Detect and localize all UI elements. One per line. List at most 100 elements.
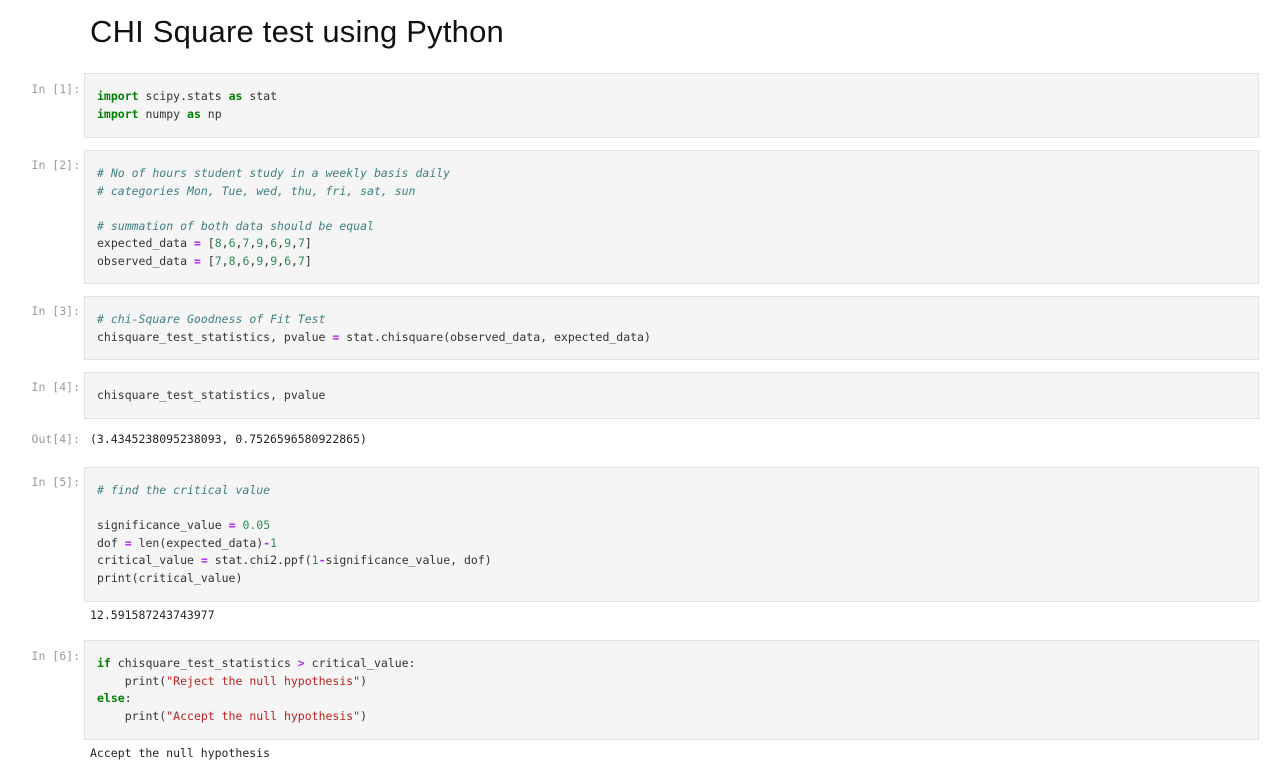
code-line: if chisquare_test_statistics > critical_… (97, 655, 416, 673)
code-token: stat.chi2.ppf( (207, 553, 312, 568)
code-cell-3-source[interactable]: # chi-Square Goodness of Fit Test chisqua… (97, 311, 651, 346)
code-line: import numpy as np (97, 106, 277, 124)
cell-2-prompt: In [2]: (31, 158, 80, 172)
code-line: critical_value = stat.chi2.ppf(1-signifi… (97, 552, 492, 570)
code-token: 7 (297, 253, 305, 268)
code-token: = (193, 253, 201, 268)
code-cell-1-source[interactable]: import scipy.stats as stat import numpy a… (97, 88, 277, 123)
cell-1-prompt: In [1]: (31, 82, 80, 96)
code-token: numpy (138, 106, 188, 121)
code-token: 7 (297, 236, 305, 251)
code-cell-2[interactable]: # No of hours student study in a weekly … (84, 150, 1259, 284)
code-token: , (291, 253, 298, 268)
code-line: expected_data = [8,6,7,9,6,9,7] (97, 235, 450, 253)
code-token: as (228, 89, 243, 103)
cell-6-output: Accept the null hypothesis (90, 746, 271, 760)
cell-5-prompt: In [5]: (31, 475, 80, 489)
code-line: import scipy.stats as stat (97, 88, 277, 106)
code-line: else: (97, 690, 416, 708)
code-token: # chi-Square Goodness of Fit Test (97, 312, 326, 326)
code-cell-3[interactable]: # chi-Square Goodness of Fit Test chisqua… (84, 296, 1259, 360)
code-token: import (97, 106, 139, 121)
code-token: = (124, 535, 132, 550)
code-line: # No of hours student study in a weekly … (97, 165, 450, 183)
code-token: chisquare_test_statistics, pvalue (97, 388, 326, 402)
code-token: significance_value (97, 518, 229, 533)
code-line: # find the critical value (97, 482, 492, 500)
code-token: scipy.stats (138, 89, 229, 103)
code-token: [ (200, 236, 215, 251)
code-cell-5-source[interactable]: # find the critical value significance_v… (97, 482, 492, 588)
code-token: if (97, 656, 111, 670)
code-token: , (221, 253, 229, 268)
code-line: # categories Mon, Tue, wed, thu, fri, sa… (97, 183, 450, 201)
code-token: 1 (311, 553, 319, 568)
code-token: critical_value: (304, 656, 416, 670)
code-token: , (221, 236, 229, 251)
code-token: print(critical_value) (97, 570, 243, 585)
code-token: "Accept the null hypothesis" (166, 708, 361, 723)
code-token: stat.chisquare(observed_data, expected_d… (339, 329, 651, 344)
code-line: significance_value = 0.05 (97, 517, 492, 535)
cell-4-out-prompt: Out[4]: (31, 432, 80, 446)
code-token: chisquare_test_statistics, pvalue (97, 329, 333, 344)
code-token: stat (242, 89, 278, 103)
code-token: else (97, 691, 125, 706)
code-cell-4[interactable]: chisquare_test_statistics, pvalue (84, 372, 1259, 419)
code-line: dof = len(expected_data)-1 (97, 535, 492, 553)
cell-6-prompt: In [6]: (31, 649, 80, 663)
code-token: 6 (284, 253, 292, 268)
code-cell-6[interactable]: if chisquare_test_statistics > critical_… (84, 640, 1259, 740)
cell-3-prompt: In [3]: (31, 304, 80, 318)
code-token: # categories Mon, Tue, wed, thu, fri, sa… (97, 183, 416, 198)
code-token: dof (97, 535, 125, 550)
code-token: 0.05 (242, 518, 271, 533)
code-token: ) (360, 708, 368, 723)
code-line: print("Reject the null hypothesis") (97, 673, 416, 691)
code-token: 9 (284, 236, 292, 251)
code-token: # summation of both data should be equal (97, 218, 374, 233)
code-line: print(critical_value) (97, 570, 492, 588)
cell-5-output: 12.591587243743977 (90, 608, 215, 622)
code-token: expected_data (97, 236, 194, 251)
code-token: import (97, 89, 139, 103)
code-cell-1[interactable]: import scipy.stats as stat import numpy a… (84, 73, 1259, 138)
code-token: ] (304, 236, 312, 251)
code-line: chisquare_test_statistics, pvalue (97, 387, 325, 405)
code-token: # No of hours student study in a weekly … (97, 166, 451, 180)
code-token: print( (97, 708, 167, 723)
code-token: 8 (214, 236, 222, 251)
code-token: = (193, 236, 201, 251)
code-cell-5[interactable]: # find the critical value significance_v… (84, 467, 1259, 602)
code-token: 6 (228, 236, 236, 251)
code-token: critical_value (97, 553, 201, 568)
code-cell-4-source[interactable]: chisquare_test_statistics, pvalue (97, 387, 325, 405)
code-cell-2-source[interactable]: # No of hours student study in a weekly … (97, 165, 450, 271)
code-cell-6-source[interactable]: if chisquare_test_statistics > critical_… (97, 655, 416, 725)
code-token: observed_data (97, 253, 194, 268)
code-token: 8 (228, 253, 236, 268)
code-token: - (318, 553, 326, 568)
cell-4-output: (3.4345238095238093, 0.7526596580922865) (90, 432, 367, 446)
code-token: significance_value, dof) (325, 553, 492, 568)
code-token: = (228, 518, 236, 533)
code-token: as (187, 106, 201, 121)
cell-4-prompt: In [4]: (31, 380, 80, 394)
code-line: print("Accept the null hypothesis") (97, 708, 416, 726)
code-token: "Reject the null hypothesis" (166, 673, 361, 688)
code-token: [ (200, 253, 215, 268)
code-token: len(expected_data) (131, 535, 264, 550)
code-token: # find the critical value (97, 483, 271, 497)
code-token: 7 (214, 253, 222, 268)
notebook-title: CHI Square test using Python (90, 14, 504, 49)
code-token: , (291, 236, 298, 251)
code-token: ] (304, 253, 312, 268)
code-line: observed_data = [7,8,6,9,9,6,7] (97, 253, 450, 271)
code-line: # summation of both data should be equal (97, 218, 450, 236)
code-token: chisquare_test_statistics (110, 656, 298, 670)
code-line: chisquare_test_statistics, pvalue = stat… (97, 329, 651, 347)
code-token: np (200, 106, 222, 121)
code-token: ) (360, 673, 368, 688)
